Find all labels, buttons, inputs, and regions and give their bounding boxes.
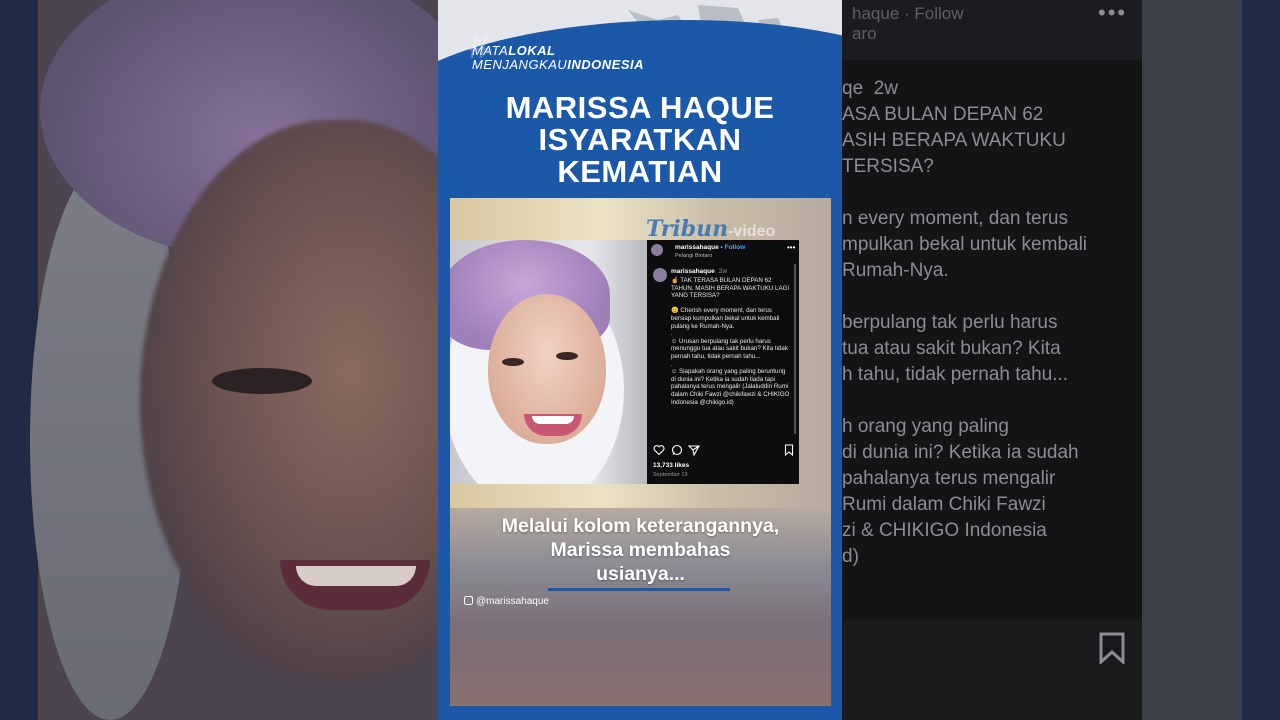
ig-location: Pelangi Bintaro — [675, 253, 713, 259]
ig-scrollbar — [794, 264, 796, 434]
more-horizontal-icon: ••• — [787, 243, 796, 252]
watermark-brand: Tribun — [646, 216, 729, 242]
comment-icon — [671, 444, 683, 456]
headline-line: MARISSA HAQUE — [505, 90, 775, 125]
instagram-credit: @marissahaque — [464, 596, 549, 607]
follow-button: • Follow — [720, 244, 746, 251]
caption-underline — [548, 588, 730, 591]
more-horizontal-icon: ••• — [1098, 0, 1128, 25]
photo-eye-right — [556, 352, 578, 360]
bookmark-icon — [784, 444, 794, 456]
brand-line1-b: LOKAL — [508, 43, 556, 58]
caption-line: usianya... — [596, 563, 685, 585]
headline-line: KEMATIAN — [557, 154, 723, 189]
media-area: marissahaque • Follow Pelangi Bintaro ••… — [450, 198, 831, 706]
ig-caption: ☝️ TAK TERASA BULAN DEPAN 62 TAHUN, MASI… — [671, 277, 790, 406]
heart-icon — [653, 445, 665, 456]
caption-line: Melalui kolom keterangannya, — [501, 515, 780, 537]
caption-line: Marissa membahas — [550, 539, 731, 561]
tribun-video-watermark: Tribun-video — [646, 216, 775, 242]
photo-eye-left — [502, 358, 524, 366]
hash-icon: # — [468, 23, 491, 67]
headline-line: ISYARATKAN — [538, 122, 742, 157]
ig-username: marissahaque • Follow — [675, 244, 745, 252]
headline: MARISSA HAQUE ISYARATKAN KEMATIAN — [438, 92, 842, 188]
bookmark-icon — [1099, 632, 1125, 664]
ig-comment-author: marissahaque 2w — [671, 268, 727, 276]
avatar — [651, 244, 663, 256]
ig-likes: 13,733 likes — [653, 462, 690, 469]
photo-teeth — [532, 416, 574, 424]
ig-username-text: marissahaque — [675, 244, 719, 251]
portrait-photo — [450, 240, 650, 484]
avatar — [653, 268, 667, 282]
share-icon — [688, 445, 700, 456]
bg-eye — [212, 368, 312, 394]
watermark-suffix: -video — [728, 223, 776, 240]
instagram-post-screenshot: marissahaque • Follow Pelangi Bintaro ••… — [647, 240, 799, 484]
bg-post-caption: qe 2w ASA BULAN DEPAN 62 ASIH BERAPA WAK… — [842, 78, 1088, 567]
credit-handle: @marissahaque — [476, 596, 549, 607]
video-caption: Melalui kolom keterangannya, Marissa mem… — [450, 514, 831, 586]
bg-post-header: haque · Follow aro — [842, 0, 1142, 60]
ig-action-bar — [653, 444, 795, 458]
brand-line2-b: INDONESIA — [567, 57, 645, 72]
video-frame: # MATALOKAL MENJANGKAUINDONESIA MARISSA … — [438, 0, 842, 720]
ig-comment-username: marissahaque — [671, 268, 715, 275]
ig-post-header: marissahaque • Follow Pelangi Bintaro ••… — [651, 242, 795, 260]
bg-teeth — [296, 566, 416, 586]
blurred-background-left — [0, 0, 438, 720]
ig-date: September 19 — [653, 472, 688, 478]
ig-comment-age: 2w — [718, 268, 728, 275]
brand-logo: # MATALOKAL MENJANGKAUINDONESIA — [468, 25, 712, 72]
instagram-icon — [464, 596, 473, 605]
blurred-background-right: haque · Follow aro ••• qe 2w ASA BULAN D… — [842, 0, 1280, 720]
